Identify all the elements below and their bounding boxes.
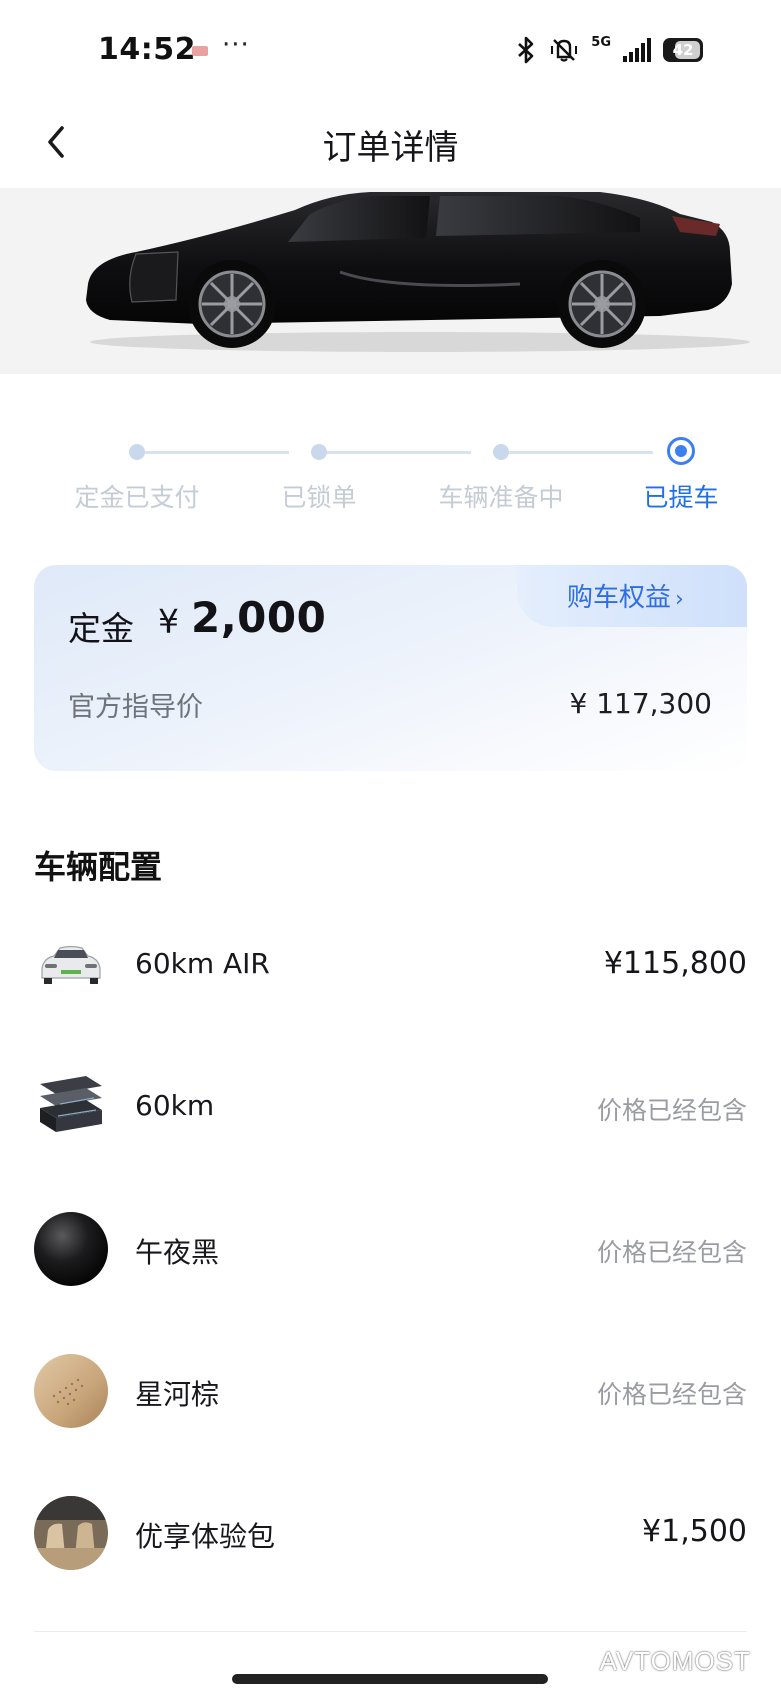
- progress-step-dot: [129, 444, 145, 460]
- vibrate-off-icon: [551, 39, 578, 62]
- config-item-price: ¥115,800: [603, 946, 747, 981]
- deposit-currency: ¥: [158, 602, 179, 641]
- config-item-trim[interactable]: 60km AIR ¥115,800: [0, 920, 781, 1010]
- progress-line: [137, 451, 289, 454]
- nav-bar: 订单详情: [0, 100, 781, 184]
- network-type: 5G: [591, 34, 611, 50]
- config-item-name: 60km AIR: [135, 947, 270, 980]
- order-progress: 定金已支付 已锁单 车辆准备中 已提车: [0, 430, 781, 512]
- status-bar: 14:52 ··· 5G 42: [0, 0, 781, 96]
- battery-pack-icon: [40, 1076, 102, 1132]
- status-time: 14:52: [98, 32, 196, 67]
- car-side-image: [86, 192, 750, 352]
- config-item-name: 午夜黑: [135, 1236, 220, 1269]
- purchase-benefits-label: 购车权益: [567, 583, 672, 613]
- battery-icon: 42: [663, 38, 703, 62]
- deposit-label: 定金: [68, 609, 134, 648]
- divider: [34, 1631, 747, 1632]
- progress-line: [319, 451, 471, 454]
- status-icons: 5G 42: [515, 32, 703, 68]
- signal-icon: [623, 38, 651, 62]
- car-thumbnail-icon: [34, 928, 108, 1002]
- progress-step-label: 车辆准备中: [438, 483, 564, 512]
- brown-leather-swatch-icon: [34, 1354, 108, 1428]
- config-item-price: 价格已经包含: [596, 1096, 747, 1125]
- msrp-value: ¥ 117,300: [569, 687, 712, 720]
- interior-package-icon: [34, 1496, 108, 1570]
- config-item-price: 价格已经包含: [596, 1380, 747, 1409]
- config-item-name: 优享体验包: [135, 1520, 276, 1553]
- progress-step-label: 已锁单: [281, 483, 357, 512]
- config-item-interior-color[interactable]: 星河棕 价格已经包含: [0, 1346, 781, 1436]
- section-title-vehicle-config: 车辆配置: [34, 848, 163, 886]
- progress-step-dot: [311, 444, 327, 460]
- purchase-benefits-button[interactable]: 购车权益 ›: [517, 565, 747, 627]
- home-indicator[interactable]: [232, 1674, 548, 1684]
- page-title: 订单详情: [322, 128, 459, 168]
- notification-icon: [192, 46, 208, 56]
- more-notifications-indicator: ···: [222, 30, 250, 60]
- chevron-right-icon: ›: [675, 587, 684, 612]
- bluetooth-icon: [518, 36, 534, 64]
- config-item-name: 星河棕: [135, 1378, 220, 1411]
- config-item-price: ¥1,500: [642, 1514, 747, 1549]
- watermark: AVTOMOST: [599, 1646, 751, 1676]
- progress-step-dot: [493, 444, 509, 460]
- deposit-card: 购车权益 › 定金 ¥ 2,000 官方指导价 ¥ 117,300: [34, 565, 747, 771]
- config-item-package[interactable]: 优享体验包 ¥1,500: [0, 1488, 781, 1578]
- msrp-label: 官方指导价: [68, 692, 203, 723]
- hero-banner: [0, 188, 781, 374]
- deposit-amount: 2,000: [191, 593, 327, 642]
- progress-step-label: 定金已支付: [74, 483, 200, 512]
- progress-line: [501, 451, 653, 454]
- progress-step-dot-current: [667, 437, 695, 465]
- config-item-exterior-color[interactable]: 午夜黑 价格已经包含: [0, 1204, 781, 1294]
- config-item-battery[interactable]: 60km 价格已经包含: [0, 1062, 781, 1152]
- battery-percent: 42: [672, 41, 694, 59]
- config-item-price: 价格已经包含: [596, 1238, 747, 1267]
- config-item-name: 60km: [135, 1089, 215, 1122]
- black-paint-swatch-icon: [34, 1212, 108, 1286]
- progress-step-label-current: 已提车: [643, 483, 719, 512]
